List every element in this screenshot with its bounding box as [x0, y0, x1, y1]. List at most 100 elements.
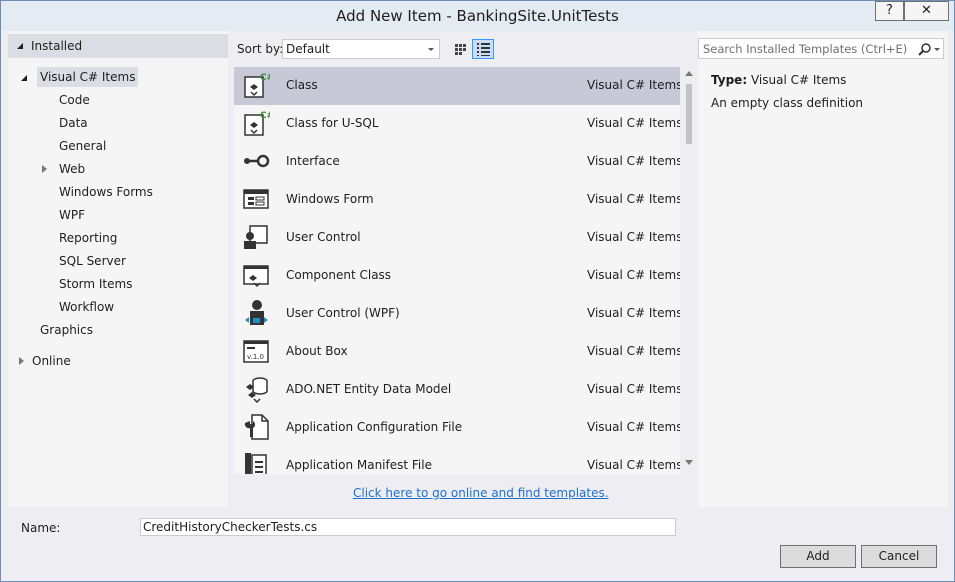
add-button[interactable]: Add: [780, 545, 856, 568]
tree-node-installed[interactable]: Installed: [8, 34, 228, 58]
template-list-scrollbar[interactable]: [681, 67, 698, 474]
list-view-button[interactable]: [472, 39, 494, 59]
cancel-button[interactable]: Cancel: [861, 545, 937, 568]
template-category: Visual C# Items: [587, 116, 680, 130]
tree-node-data[interactable]: Data: [59, 113, 88, 133]
template-name: Interface: [286, 154, 340, 168]
template-category: Visual C# Items: [587, 230, 680, 244]
template-name: Class: [286, 78, 318, 92]
template-name: Application Configuration File: [286, 420, 463, 434]
tree-node-code[interactable]: Code: [59, 90, 90, 110]
search-templates-box[interactable]: Search Installed Templates (Ctrl+E): [698, 38, 944, 59]
template-name: User Control (WPF): [286, 306, 400, 320]
name-label: Name:: [21, 521, 61, 535]
tree-node-graphics[interactable]: Graphics: [40, 320, 93, 340]
tree-node-windows-forms[interactable]: Windows Forms: [59, 182, 153, 202]
sort-by-dropdown[interactable]: Default: [282, 39, 440, 59]
template-row-about-box[interactable]: v.1.0 About Box Visual C# Items: [234, 333, 680, 371]
scroll-up-arrow-icon[interactable]: [685, 71, 693, 76]
details-pane: Search Installed Templates (Ctrl+E) Type…: [698, 31, 948, 507]
tree-node-workflow[interactable]: Workflow: [59, 297, 114, 317]
template-row-component-class[interactable]: Component Class Visual C# Items: [234, 257, 680, 295]
template-type: Type: Visual C# Items: [711, 73, 846, 87]
search-icon[interactable]: [918, 42, 932, 56]
search-placeholder: Search Installed Templates (Ctrl+E): [703, 42, 908, 56]
template-category: Visual C# Items: [587, 154, 680, 168]
name-field[interactable]: CreditHistoryCheckerTests.cs: [140, 518, 676, 536]
user-control-icon: [244, 225, 268, 249]
svg-text:v.1.0: v.1.0: [247, 353, 264, 361]
entity-data-model-icon: [246, 377, 268, 403]
scroll-down-arrow-icon[interactable]: [685, 460, 693, 465]
tree-node-visual-csharp-items[interactable]: Visual C# Items: [8, 67, 228, 87]
template-list: C# Class Visual C# Items C# Class for U-…: [234, 67, 680, 474]
dialog-body: Installed Visual C# Items Code Data Gene…: [8, 31, 948, 576]
type-label: Type:: [711, 73, 748, 87]
template-category: Visual C# Items: [587, 420, 680, 434]
template-name: About Box: [286, 344, 348, 358]
template-row-user-control[interactable]: User Control Visual C# Items: [234, 219, 680, 257]
tree-label-online: Online: [32, 354, 71, 368]
template-category: Visual C# Items: [587, 382, 680, 396]
chevron-down-icon[interactable]: [934, 48, 940, 51]
windows-form-icon: [243, 189, 269, 209]
tree-node-storm-items[interactable]: Storm Items: [59, 274, 132, 294]
template-tree: Installed Visual C# Items Code Data Gene…: [8, 31, 228, 507]
tree-node-sql-server[interactable]: SQL Server: [59, 251, 126, 271]
online-templates-link[interactable]: Click here to go online and find templat…: [353, 486, 609, 500]
type-value: Visual C# Items: [750, 73, 847, 87]
tree-node-web[interactable]: Web: [41, 159, 221, 179]
scrollbar-thumb[interactable]: [686, 84, 692, 144]
template-category: Visual C# Items: [587, 458, 680, 472]
tree-label-visual-csharp-items: Visual C# Items: [37, 67, 139, 87]
template-description: An empty class definition: [711, 96, 864, 110]
class-usql-icon: C#: [244, 111, 270, 136]
collapsed-arrow-icon: [42, 165, 47, 173]
template-row-entity-data-model[interactable]: ADO.NET Entity Data Model Visual C# Item…: [234, 371, 680, 409]
template-category: Visual C# Items: [587, 268, 680, 282]
svg-text:C#: C#: [260, 111, 270, 121]
template-category: Visual C# Items: [587, 306, 680, 320]
tree-node-online[interactable]: Online: [8, 351, 228, 371]
help-button[interactable]: ?: [875, 1, 904, 21]
dialog-title: Add New Item - BankingSite.UnitTests: [336, 7, 619, 25]
template-name: Windows Form: [286, 192, 374, 206]
template-row-app-config-file[interactable]: Application Configuration File Visual C#…: [234, 409, 680, 447]
close-icon: ✕: [921, 3, 932, 18]
template-name: Class for U-SQL: [286, 116, 379, 130]
title-bar: Add New Item - BankingSite.UnitTests ? ✕: [1, 1, 954, 31]
class-icon: C#: [244, 73, 270, 98]
user-control-wpf-icon: [245, 300, 268, 325]
template-row-class-usql[interactable]: C# Class for U-SQL Visual C# Items: [234, 105, 680, 143]
template-row-windows-form[interactable]: Windows Form Visual C# Items: [234, 181, 680, 219]
template-row-user-control-wpf[interactable]: User Control (WPF) Visual C# Items: [234, 295, 680, 333]
tree-node-general[interactable]: General: [59, 136, 106, 156]
template-row-interface[interactable]: Interface Visual C# Items: [234, 143, 680, 181]
template-row-app-manifest-file[interactable]: Application Manifest File Visual C# Item…: [234, 447, 680, 474]
expanded-arrow-icon: [17, 43, 23, 49]
small-icons-view-button[interactable]: [449, 39, 471, 59]
expanded-arrow-icon: [21, 75, 27, 81]
template-row-class[interactable]: C# Class Visual C# Items: [234, 67, 680, 105]
add-new-item-dialog: Add New Item - BankingSite.UnitTests ? ✕…: [0, 0, 955, 582]
template-name: User Control: [286, 230, 361, 244]
sort-by-value: Default: [286, 42, 330, 56]
tree-node-wpf[interactable]: WPF: [59, 205, 85, 225]
config-file-icon: [244, 414, 269, 440]
chevron-down-icon: [428, 48, 434, 51]
about-box-icon: v.1.0: [243, 340, 269, 363]
tree-node-reporting[interactable]: Reporting: [59, 228, 117, 248]
template-category: Visual C# Items: [587, 344, 680, 358]
manifest-file-icon: [245, 453, 267, 474]
component-class-icon: [243, 265, 269, 288]
template-name: ADO.NET Entity Data Model: [286, 382, 452, 396]
tree-label-web: Web: [59, 162, 86, 176]
tree-label-installed: Installed: [31, 39, 83, 53]
sort-toolbar: Sort by: Default: [237, 39, 697, 61]
template-category: Visual C# Items: [587, 192, 680, 206]
svg-text:C#: C#: [260, 73, 270, 83]
close-button[interactable]: ✕: [904, 1, 949, 21]
grid-view-icon: [455, 44, 466, 55]
sort-by-label: Sort by:: [237, 42, 284, 56]
template-category: Visual C# Items: [587, 78, 680, 92]
